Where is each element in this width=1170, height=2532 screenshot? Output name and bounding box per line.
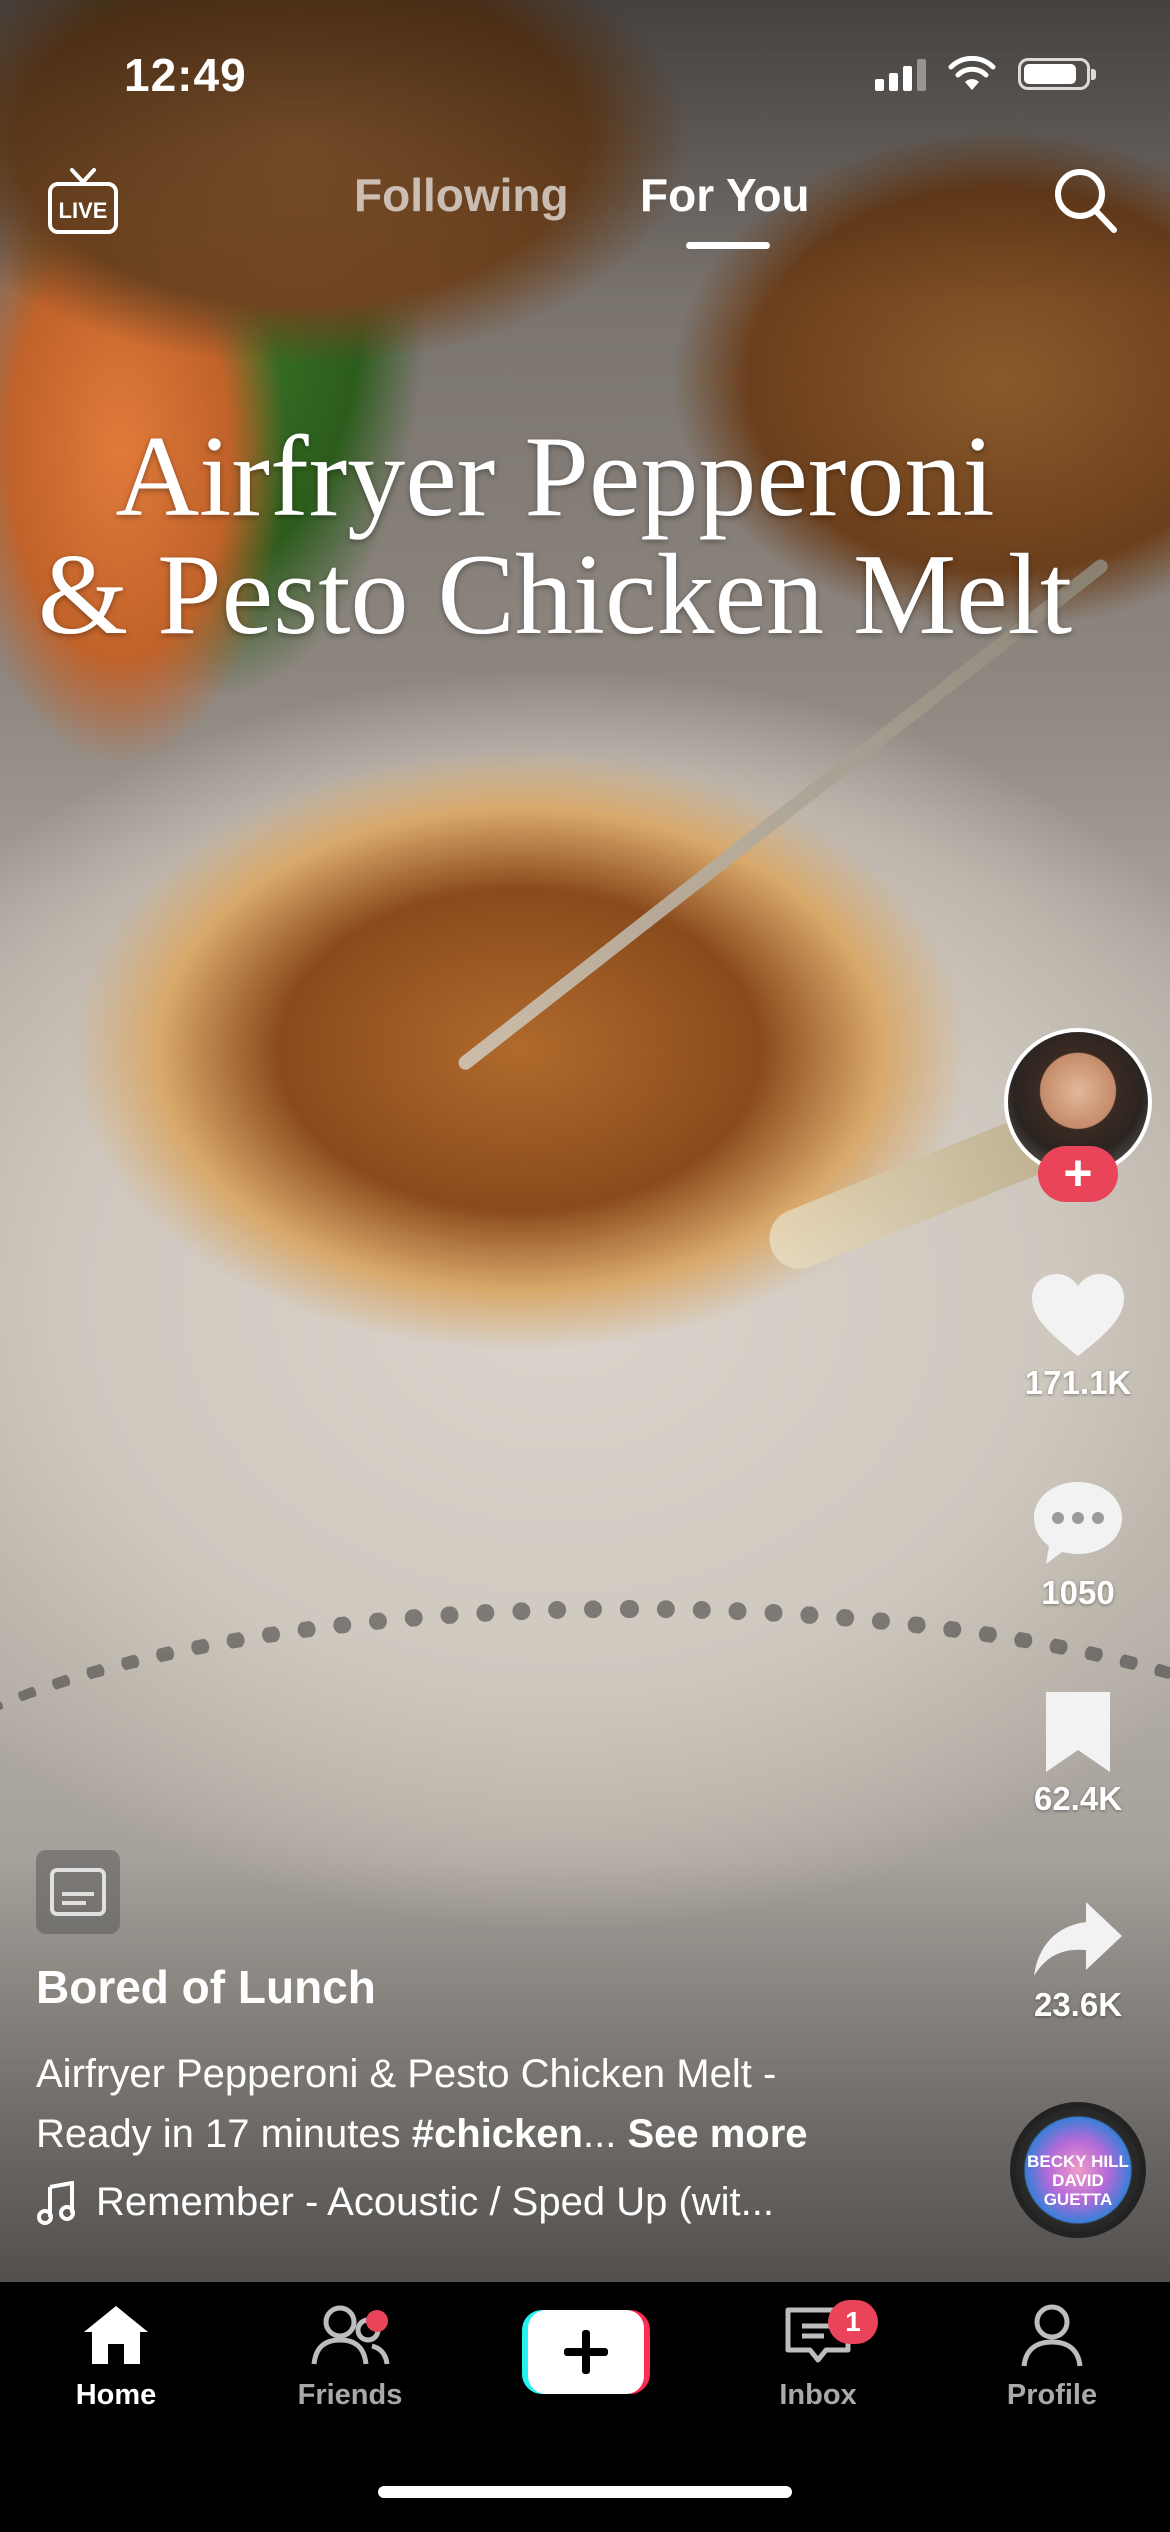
nav-home[interactable]: Home	[26, 2302, 206, 2412]
live-tv-icon: LIVE	[48, 168, 118, 234]
search-button[interactable]	[1050, 164, 1120, 236]
status-icons	[875, 56, 1096, 92]
live-button[interactable]: LIVE	[46, 166, 120, 236]
tiktok-feed-screen: 12:49 LIVE Following For You Airfryer Pe…	[0, 0, 1170, 2532]
wifi-icon	[948, 56, 996, 90]
comment-count: 1050	[1041, 1574, 1115, 1611]
create-button[interactable]	[522, 2310, 650, 2394]
description-line-2: Ready in 17 minutes #chicken... See more	[36, 2104, 916, 2164]
nav-home-label: Home	[75, 2379, 157, 2411]
search-icon	[1055, 169, 1117, 233]
save-count: 62.4K	[1033, 1780, 1123, 1817]
like-count: 171.1K	[1024, 1364, 1132, 1401]
sound-disc[interactable]: BECKY HILL DAVID GUETTA	[1010, 2102, 1146, 2238]
nav-profile[interactable]: Profile	[962, 2302, 1142, 2412]
battery-icon	[1018, 58, 1096, 90]
sound-title: Remember - Acoustic / Sped Up (wit...	[96, 2180, 775, 2224]
like-button[interactable]: 171.1K	[988, 1272, 1168, 1402]
top-gradient	[0, 0, 1170, 300]
comment-button[interactable]: 1050	[988, 1478, 1168, 1612]
cellular-signal-icon	[875, 57, 926, 91]
disc-text-line-1: BECKY HILL	[1027, 2152, 1129, 2171]
captions-button[interactable]	[36, 1850, 120, 1934]
description-line-2-text: Ready in 17 minutes	[36, 2112, 412, 2156]
description-ellipsis: ...	[582, 2112, 617, 2156]
tab-following[interactable]: Following	[354, 168, 569, 222]
video-description: Airfryer Pepperoni & Pesto Chicken Melt …	[36, 2044, 916, 2164]
live-label: LIVE	[59, 198, 108, 223]
profile-icon	[1021, 2304, 1083, 2367]
video-overlay-title: Airfryer Pepperoni & Pesto Chicken Melt	[0, 418, 1110, 654]
description-line-1: Airfryer Pepperoni & Pesto Chicken Melt …	[36, 2052, 777, 2096]
tab-for-you[interactable]: For You	[640, 168, 810, 222]
creator-name[interactable]: Bored of Lunch	[36, 1960, 376, 2014]
disc-text-line-2: DAVID GUETTA	[1043, 2171, 1113, 2209]
overlay-title-line-1: Airfryer Pepperoni	[115, 413, 995, 541]
share-count: 23.6K	[1033, 1986, 1123, 2023]
heart-icon	[1032, 1274, 1124, 1356]
status-time: 12:49	[124, 49, 247, 101]
save-button[interactable]: 62.4K	[988, 1688, 1168, 1818]
nav-friends[interactable]: Friends	[260, 2302, 440, 2412]
share-button[interactable]: 23.6K	[988, 1898, 1168, 2024]
home-indicator	[378, 2486, 792, 2498]
music-note-icon	[37, 2180, 75, 2225]
nav-profile-label: Profile	[1006, 2379, 1098, 2411]
nav-inbox[interactable]: 1 Inbox	[728, 2300, 908, 2412]
sound-info[interactable]: Remember - Acoustic / Sped Up (wit...	[36, 2180, 774, 2225]
home-icon	[84, 2306, 148, 2364]
disc-artwork-text: BECKY HILL DAVID GUETTA	[1016, 2152, 1140, 2209]
friends-notification-dot	[366, 2310, 388, 2332]
follow-button[interactable]: +	[1038, 1146, 1118, 1202]
share-arrow-icon	[1034, 1902, 1122, 1976]
inbox-badge: 1	[828, 2300, 878, 2344]
nav-inbox-label: Inbox	[779, 2379, 857, 2411]
create-plus-icon	[522, 2310, 650, 2394]
see-more-link[interactable]: See more	[627, 2112, 807, 2156]
overlay-title-line-2: & Pesto Chicken Melt	[37, 531, 1073, 659]
comment-icon	[1034, 1482, 1122, 1564]
nav-friends-label: Friends	[297, 2379, 403, 2411]
active-tab-indicator	[686, 242, 770, 249]
bookmark-icon	[1046, 1692, 1110, 1772]
captions-icon	[50, 1868, 106, 1916]
hashtag-link[interactable]: #chicken	[412, 2112, 583, 2156]
